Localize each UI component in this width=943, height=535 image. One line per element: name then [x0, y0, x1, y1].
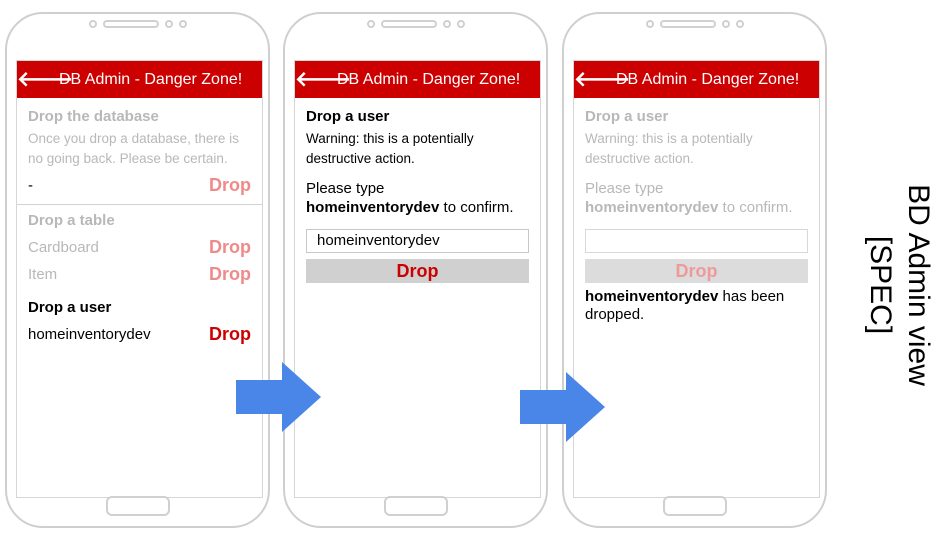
drop-user-heading: Drop a user: [306, 108, 390, 125]
confirm-username-input[interactable]: homeinventorydev: [306, 229, 529, 253]
home-button: [662, 496, 727, 516]
prompt-username: homeinventorydev: [306, 199, 440, 216]
drop-user-heading: Drop a user: [28, 299, 112, 316]
side-label-spec: [SPEC]: [864, 235, 897, 335]
screen-db-admin: 🡐 DB Admin - Danger Zone! Drop the datab…: [16, 60, 263, 498]
phone-frame-1: 🡐 DB Admin - Danger Zone! Drop the datab…: [5, 12, 270, 528]
drop-database-button[interactable]: Drop: [209, 175, 251, 196]
phone-frame-2: 🡐 DB Admin - Danger Zone! Drop a user Wa…: [283, 12, 548, 528]
table-row: Item Drop: [28, 264, 251, 285]
table-name: Cardboard: [28, 239, 99, 256]
user-name: homeinventorydev: [28, 326, 151, 343]
confirm-username-input: [585, 229, 808, 253]
confirm-prompt: Please type homeinventorydev to confirm.: [306, 179, 529, 217]
table-name: Item: [28, 266, 58, 283]
prompt-prefix: Please type: [585, 180, 664, 197]
drop-database-warning: Once you drop a database, there is no go…: [28, 131, 239, 166]
confirm-prompt: Please type homeinventorydev to confirm.: [585, 179, 808, 217]
drop-button[interactable]: Drop: [306, 259, 529, 283]
drop-user-button[interactable]: Drop: [209, 324, 251, 345]
app-header: 🡐 DB Admin - Danger Zone!: [295, 61, 540, 98]
flow-arrow-right-icon: [520, 372, 605, 442]
header-title: DB Admin - Danger Zone!: [616, 70, 800, 88]
prompt-prefix: Please type: [306, 180, 385, 197]
back-arrow-icon[interactable]: 🡐: [17, 67, 73, 92]
prompt-suffix: to confirm.: [443, 199, 514, 216]
prompt-username: homeinventorydev: [585, 199, 719, 216]
header-title: DB Admin - Danger Zone!: [59, 70, 243, 88]
database-name: -: [28, 177, 33, 194]
phone-speaker: [645, 20, 744, 28]
drop-button: Drop: [585, 259, 808, 283]
screen-user-dropped: 🡐 DB Admin - Danger Zone! Drop a user Wa…: [573, 60, 820, 498]
drop-table-button[interactable]: Drop: [209, 237, 251, 258]
result-username: homeinventorydev: [585, 288, 719, 305]
phone-speaker: [88, 20, 187, 28]
drop-database-heading: Drop the database: [28, 108, 159, 125]
header-title: DB Admin - Danger Zone!: [337, 70, 521, 88]
table-row: Cardboard Drop: [28, 237, 251, 258]
warning-text: Warning: this is a potentially destructi…: [306, 131, 474, 166]
flow-arrow-right-icon: [236, 362, 321, 432]
phone-frame-3: 🡐 DB Admin - Danger Zone! Drop a user Wa…: [562, 12, 827, 528]
drop-table-heading: Drop a table: [28, 212, 115, 229]
phone-speaker: [366, 20, 465, 28]
screen-drop-user-confirm: 🡐 DB Admin - Danger Zone! Drop a user Wa…: [294, 60, 541, 498]
home-button: [105, 496, 170, 516]
prompt-suffix: to confirm.: [722, 199, 793, 216]
drop-table-button[interactable]: Drop: [209, 264, 251, 285]
home-button: [383, 496, 448, 516]
back-arrow-icon[interactable]: 🡐: [574, 67, 630, 92]
side-label-title: BD Admin view: [902, 184, 935, 386]
side-label: BD Admin view [SPEC]: [853, 160, 937, 410]
back-arrow-icon[interactable]: 🡐: [295, 67, 351, 92]
drop-user-heading: Drop a user: [585, 108, 669, 125]
user-row: homeinventorydev Drop: [28, 324, 251, 345]
warning-text: Warning: this is a potentially destructi…: [585, 131, 753, 166]
app-header: 🡐 DB Admin - Danger Zone!: [574, 61, 819, 98]
app-header: 🡐 DB Admin - Danger Zone!: [17, 61, 262, 98]
result-message: homeinventorydev has been dropped.: [585, 288, 808, 324]
divider: [17, 204, 262, 205]
